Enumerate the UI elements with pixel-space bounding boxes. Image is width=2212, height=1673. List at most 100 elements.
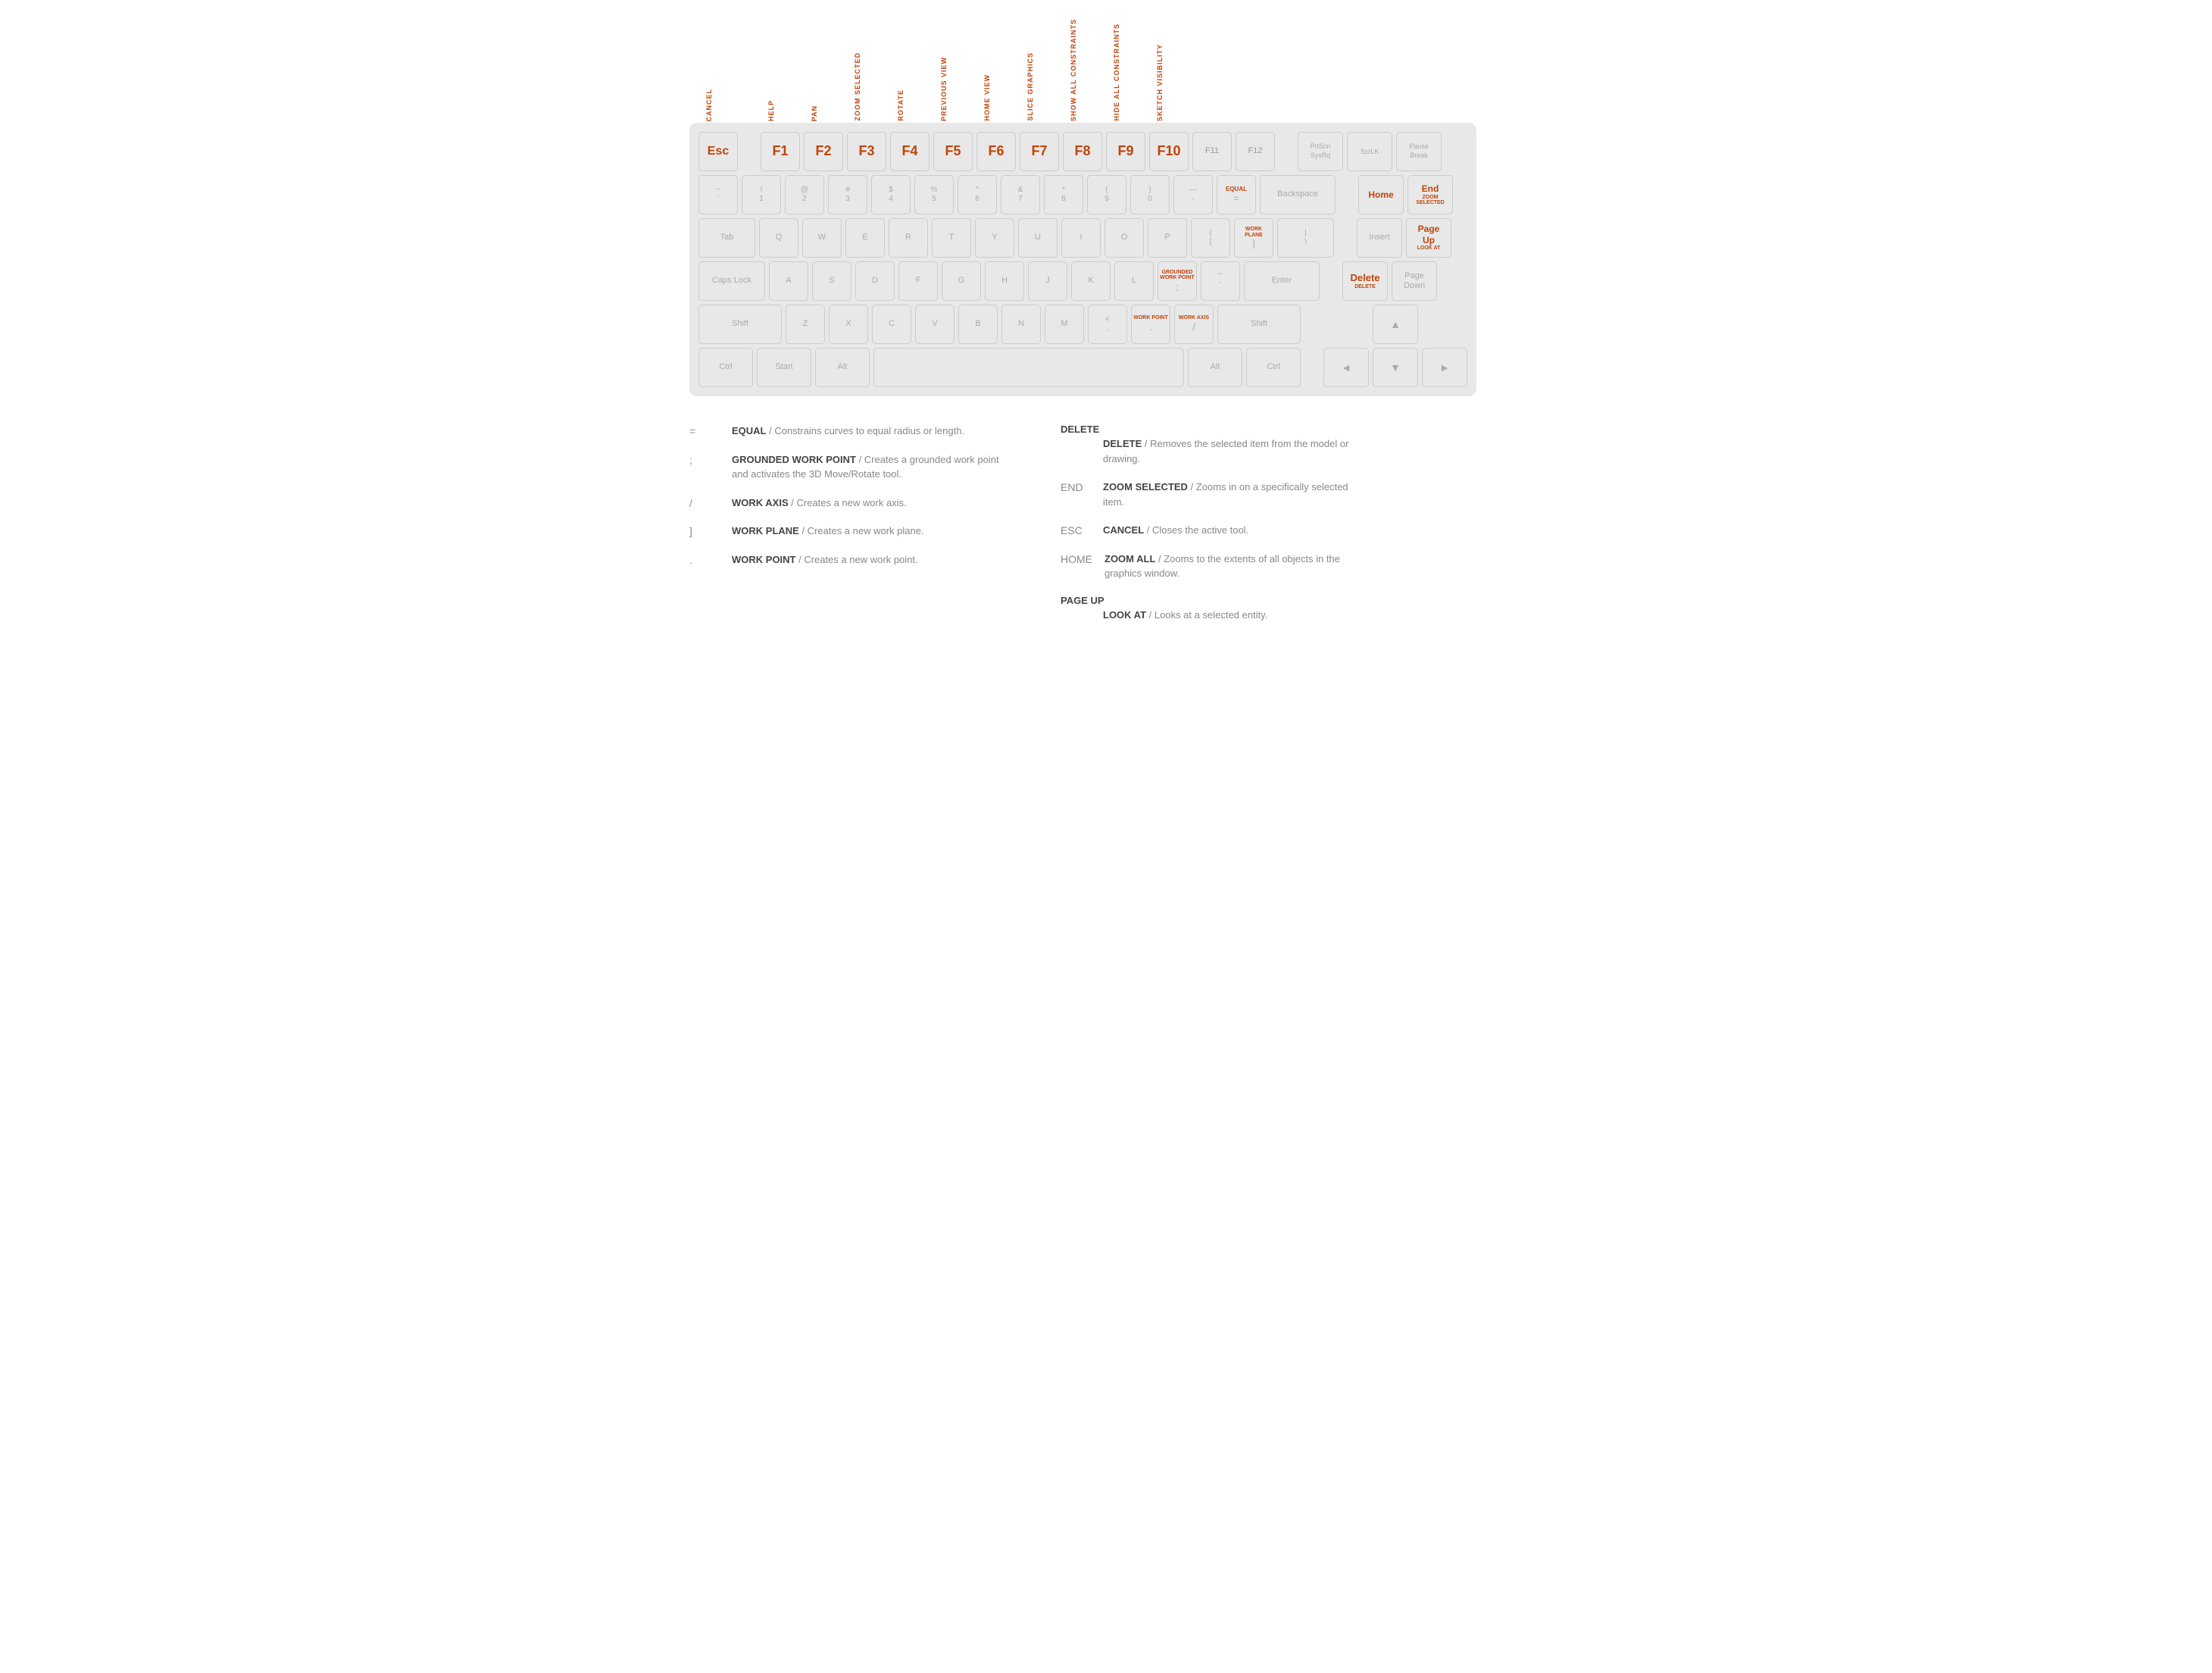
legend-item-delete: DELETE X DELETE / Removes the selected i… [1061, 424, 1371, 466]
2-key[interactable]: @ 2 [785, 175, 824, 214]
shift-right-key[interactable]: Shift [1217, 305, 1301, 344]
ctrl-left-key[interactable]: Ctrl [698, 348, 753, 387]
enter-key[interactable]: Enter [1244, 261, 1320, 301]
m-key[interactable]: M [1045, 305, 1084, 344]
down-arrow-key[interactable]: ▼ [1373, 348, 1418, 387]
z-key[interactable]: Z [786, 305, 825, 344]
equal-key[interactable]: EQUAL = [1217, 175, 1256, 214]
7-key[interactable]: & 7 [1001, 175, 1040, 214]
legend-item-equal: = EQUAL / Constrains curves to equal rad… [689, 424, 1000, 439]
n-key[interactable]: N [1001, 305, 1041, 344]
f2-top-label: PAN [795, 15, 834, 121]
b-key[interactable]: B [958, 305, 998, 344]
q-key[interactable]: Q [759, 218, 798, 258]
insert-key[interactable]: Insert [1357, 218, 1402, 258]
5-key[interactable]: % 5 [914, 175, 954, 214]
period-key[interactable]: WORK POINT . [1131, 305, 1170, 344]
f7-key[interactable]: F7 [1020, 132, 1059, 171]
row1-gap2 [1279, 132, 1294, 171]
9-key[interactable]: ( 9 [1087, 175, 1126, 214]
alt-left-key[interactable]: Alt [815, 348, 870, 387]
page-down-key[interactable]: PageDown [1392, 261, 1437, 301]
p-key[interactable]: P [1148, 218, 1187, 258]
end-key[interactable]: End ZOOMSELECTED [1407, 175, 1453, 214]
tilde-key[interactable]: ~ ` [698, 175, 738, 214]
o-key[interactable]: O [1104, 218, 1144, 258]
x-key[interactable]: X [829, 305, 868, 344]
8-key[interactable]: * 8 [1044, 175, 1083, 214]
f1-key[interactable]: F1 [761, 132, 800, 171]
j-key[interactable]: J [1028, 261, 1067, 301]
pause-key[interactable]: PauseBreak [1396, 132, 1442, 171]
bracket-open-key[interactable]: { [ [1191, 218, 1230, 258]
comma-key[interactable]: < , [1088, 305, 1127, 344]
d-key[interactable]: D [855, 261, 895, 301]
r-key[interactable]: R [889, 218, 928, 258]
u-key[interactable]: U [1018, 218, 1058, 258]
esc-key[interactable]: Esc [698, 132, 738, 171]
delete-key[interactable]: Delete DELETE [1342, 261, 1388, 301]
alt-right-key[interactable]: Alt [1188, 348, 1242, 387]
f12-key[interactable]: F12 [1236, 132, 1275, 171]
1-key[interactable]: ! 1 [742, 175, 781, 214]
number-row: ~ ` ! 1 @ 2 # 3 $ 4 % 5 [698, 175, 1467, 214]
legend: = EQUAL / Constrains curves to equal rad… [689, 424, 1371, 636]
f6-key[interactable]: F6 [976, 132, 1016, 171]
right-arrow-key[interactable]: ► [1422, 348, 1467, 387]
ctrl-right-key[interactable]: Ctrl [1246, 348, 1301, 387]
legend-item-esc: ESC CANCEL / Closes the active tool. [1061, 523, 1371, 538]
slash-key[interactable]: WORK AXIS / [1174, 305, 1214, 344]
s-key[interactable]: S [812, 261, 851, 301]
y-key[interactable]: Y [975, 218, 1014, 258]
up-arrow-key[interactable]: ▲ [1373, 305, 1418, 344]
3-key[interactable]: # 3 [828, 175, 867, 214]
h-key[interactable]: H [985, 261, 1024, 301]
f5-top-label: PREVIOUS VIEW [924, 15, 964, 121]
t-key[interactable]: T [932, 218, 971, 258]
minus-key[interactable]: — - [1173, 175, 1213, 214]
keyboard-body: Esc F1 F2 F3 F4 F5 F6 F7 F8 F9 F10 F11 F… [689, 123, 1476, 396]
f4-key[interactable]: F4 [890, 132, 929, 171]
f9-top-label: HIDE ALL CONSTRAINTS [1097, 15, 1136, 121]
fn-row: Esc F1 F2 F3 F4 F5 F6 F7 F8 F9 F10 F11 F… [698, 132, 1467, 171]
legend-left: = EQUAL / Constrains curves to equal rad… [689, 424, 1000, 636]
f10-key[interactable]: F10 [1149, 132, 1189, 171]
caps-lock-key[interactable]: Caps Lock [698, 261, 765, 301]
start-key[interactable]: Start [757, 348, 811, 387]
bracket-close-key[interactable]: WORKPLANE ] [1234, 218, 1273, 258]
f-key[interactable]: F [898, 261, 938, 301]
legend-item-period: . WORK POINT / Creates a new work point. [689, 552, 1000, 568]
w-key[interactable]: W [802, 218, 842, 258]
tab-row: Tab Q W E R T Y U I O P { [ WORKPLANE ] … [698, 218, 1467, 258]
scrlk-key[interactable]: ScrLK [1347, 132, 1392, 171]
semicolon-key[interactable]: GROUNDEDWORK POINT ; [1158, 261, 1197, 301]
i-key[interactable]: I [1061, 218, 1101, 258]
left-arrow-key[interactable]: ◄ [1323, 348, 1369, 387]
f11-key[interactable]: F11 [1192, 132, 1232, 171]
quote-key[interactable]: " ' [1201, 261, 1240, 301]
v-key[interactable]: V [915, 305, 954, 344]
home-key[interactable]: Home [1358, 175, 1404, 214]
e-key[interactable]: E [845, 218, 885, 258]
space-key[interactable] [873, 348, 1184, 387]
f9-key[interactable]: F9 [1106, 132, 1145, 171]
backspace-key[interactable]: Backspace [1260, 175, 1336, 214]
6-key[interactable]: ^ 6 [958, 175, 997, 214]
f6-top-label: HOME VIEW [967, 15, 1007, 121]
c-key[interactable]: C [872, 305, 911, 344]
prtscn-key[interactable]: PrtScnSysRq [1298, 132, 1343, 171]
a-key[interactable]: A [769, 261, 808, 301]
shift-left-key[interactable]: Shift [698, 305, 782, 344]
l-key[interactable]: L [1114, 261, 1154, 301]
page-up-key[interactable]: PageUp LOOK AT [1406, 218, 1451, 258]
0-key[interactable]: ) 0 [1130, 175, 1170, 214]
backslash-key[interactable]: | \ [1277, 218, 1334, 258]
4-key[interactable]: $ 4 [871, 175, 911, 214]
f8-key[interactable]: F8 [1063, 132, 1102, 171]
f3-key[interactable]: F3 [847, 132, 886, 171]
f2-key[interactable]: F2 [804, 132, 843, 171]
k-key[interactable]: K [1071, 261, 1111, 301]
tab-key[interactable]: Tab [698, 218, 755, 258]
f5-key[interactable]: F5 [933, 132, 973, 171]
g-key[interactable]: G [942, 261, 981, 301]
